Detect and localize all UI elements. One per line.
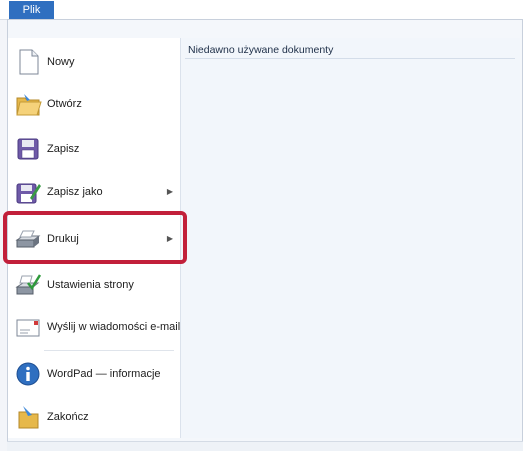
menu-item-label: WordPad — informacje [47, 368, 161, 380]
panel-divider [185, 58, 515, 59]
page-setup-icon [14, 271, 42, 299]
menu-item-print[interactable]: Drukuj ▶ [8, 219, 180, 259]
menu-separator [44, 350, 174, 351]
menu-item-save-as[interactable]: Zapisz jako ▶ [8, 172, 180, 212]
menu-item-page-setup[interactable]: Ustawienia strony [8, 265, 180, 305]
new-document-icon [14, 48, 42, 76]
menu-item-about[interactable]: WordPad — informacje [8, 354, 180, 394]
file-tab[interactable]: Plik [9, 1, 54, 19]
open-folder-icon [14, 90, 42, 118]
printer-icon [14, 225, 42, 253]
menu-item-label: Otwórz [47, 98, 82, 110]
menu-item-open[interactable]: Otwórz [8, 84, 180, 124]
info-icon [14, 360, 42, 388]
recent-documents-panel [181, 38, 520, 438]
menu-item-save[interactable]: Zapisz [8, 129, 180, 169]
menu-item-send-email[interactable]: Wyślij w wiadomości e-mail [8, 307, 180, 347]
menu-item-label: Zapisz [47, 143, 80, 155]
menu-item-label: Zapisz jako [47, 186, 103, 198]
menu-item-label: Wyślij w wiadomości e-mail [47, 321, 181, 333]
menu-item-label: Drukuj [47, 233, 79, 245]
submenu-arrow-icon: ▶ [166, 187, 173, 196]
menu-item-label: Ustawienia strony [47, 279, 134, 291]
menu-item-new[interactable]: Nowy [8, 42, 180, 82]
save-disk-icon [14, 135, 42, 163]
recent-documents-title: Niedawno używane dokumenty [188, 44, 334, 56]
menu-item-label: Zakończ [47, 411, 89, 423]
menu-item-exit[interactable]: Zakończ [8, 397, 180, 437]
email-icon [14, 313, 42, 341]
menu-item-label: Nowy [47, 56, 75, 68]
submenu-arrow-icon: ▶ [166, 234, 173, 243]
exit-icon [14, 403, 42, 431]
ribbon-bar: Plik [0, 0, 523, 20]
save-as-icon [14, 178, 42, 206]
